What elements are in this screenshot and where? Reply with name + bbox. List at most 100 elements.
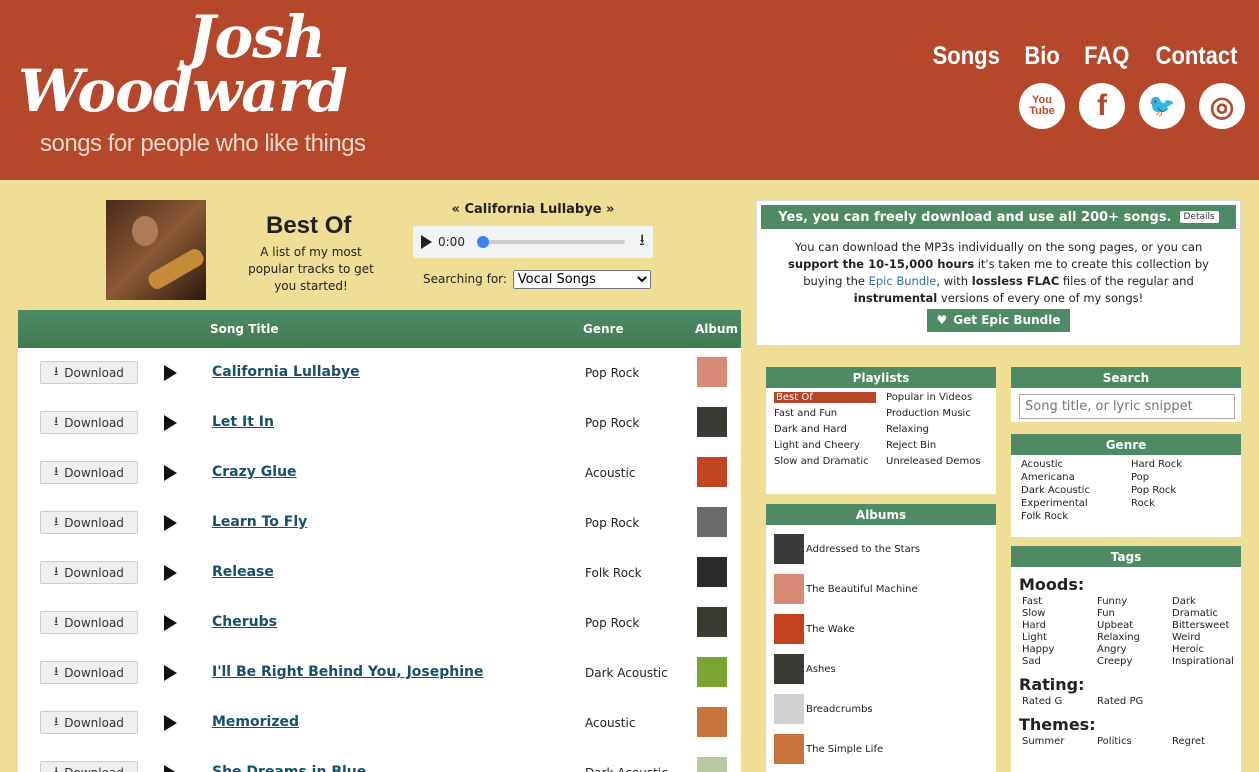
play-icon[interactable] [164,765,177,772]
album-item[interactable]: Ashes [766,649,996,689]
download-button[interactable]: ⭳Download [40,461,138,484]
playlist-item[interactable]: Popular in Videos [886,392,988,403]
genre-item[interactable]: Pop Rock [1131,485,1231,496]
tag-item[interactable]: Happy [1022,644,1097,655]
tag-item[interactable]: Relaxing [1097,632,1172,643]
tag-item[interactable]: Heroic [1172,644,1241,655]
tag-item[interactable]: Dramatic [1172,608,1241,619]
playlist-item[interactable]: Reject Bin [886,440,988,451]
play-icon[interactable] [164,515,177,531]
genre-item[interactable]: Experimental [1021,498,1121,509]
download-button[interactable]: ⭳Download [40,661,138,684]
album-thumbnail[interactable] [697,407,727,437]
album-thumbnail[interactable] [697,757,727,772]
playlist-item[interactable]: Unreleased Demos [886,456,988,467]
genre-item[interactable]: Americana [1021,472,1121,483]
tag-item[interactable]: Sad [1022,656,1097,667]
song-title-link[interactable]: I'll Be Right Behind You, Josephine [212,664,483,680]
playlist-item[interactable]: Dark and Hard [774,424,876,435]
genre-item[interactable]: Rock [1131,498,1231,509]
tag-item[interactable]: Fun [1097,608,1172,619]
download-button[interactable]: ⭳Download [40,361,138,384]
song-title-link[interactable]: Release [212,564,274,580]
tag-item[interactable]: Angry [1097,644,1172,655]
album-item[interactable]: The Beautiful Machine [766,569,996,609]
download-icon[interactable]: ⭳ [639,229,645,256]
youtube-icon[interactable]: You Tube [1019,83,1065,129]
tag-item[interactable]: Slow [1022,608,1097,619]
twitter-icon[interactable]: 🐦 [1139,83,1185,129]
player-progress[interactable] [476,236,626,248]
genre-item[interactable]: Dark Acoustic [1021,485,1121,496]
tag-item[interactable]: Politics [1097,736,1172,747]
nav-faq[interactable]: FAQ [1084,42,1129,71]
tag-item[interactable]: Light [1022,632,1097,643]
tag-item[interactable]: Hard [1022,620,1097,631]
play-icon[interactable] [164,465,177,481]
tag-item[interactable]: Dark [1172,596,1241,607]
download-button[interactable]: ⭳Download [40,611,138,634]
play-icon[interactable] [164,365,177,381]
album-thumbnail[interactable] [697,507,727,537]
play-icon[interactable] [164,415,177,431]
album-thumbnail[interactable] [697,557,727,587]
song-title-link[interactable]: Memorized [212,714,299,730]
instagram-icon[interactable]: ◎ [1199,83,1245,129]
tag-item[interactable]: Summer [1022,736,1097,747]
facebook-icon[interactable]: f [1079,83,1125,129]
nav-bio[interactable]: Bio [1025,42,1060,71]
album-thumbnail[interactable] [697,657,727,687]
album-thumbnail[interactable] [697,607,727,637]
album-item[interactable]: The Simple Life [766,729,996,769]
genre-item[interactable]: Pop [1131,472,1231,483]
tag-item[interactable]: Rated G [1022,696,1097,707]
album-item[interactable]: Breadcrumbs [766,689,996,729]
genre-item[interactable]: Acoustic [1021,459,1121,470]
tag-item[interactable]: Regret [1172,736,1241,747]
song-title-link[interactable]: California Lullabye [212,364,360,380]
tag-item[interactable]: Upbeat [1097,620,1172,631]
genre-item[interactable]: Hard Rock [1131,459,1231,470]
song-title-link[interactable]: She Dreams in Blue [212,764,366,772]
details-button[interactable]: Details [1179,211,1219,223]
progress-knob[interactable] [476,236,489,248]
download-button[interactable]: ⭳Download [40,411,138,434]
play-icon[interactable] [421,235,432,249]
genre-item[interactable]: Folk Rock [1021,511,1121,522]
get-epic-bundle-button[interactable]: ♥ Get Epic Bundle [926,309,1071,332]
song-title-link[interactable]: Cherubs [212,614,277,630]
tag-item[interactable]: Fast [1022,596,1097,607]
tag-item[interactable]: Funny [1097,596,1172,607]
song-title-link[interactable]: Let It In [212,414,274,430]
download-button[interactable]: ⭳Download [40,761,138,772]
album-item[interactable]: The Wake [766,609,996,649]
play-icon[interactable] [164,715,177,731]
song-title-link[interactable]: Learn To Fly [212,514,307,530]
album-thumbnail[interactable] [697,357,727,387]
search-input[interactable] [1019,394,1235,419]
tag-item[interactable]: Weird [1172,632,1241,643]
site-logo[interactable]: Josh Woodward [18,8,348,120]
play-icon[interactable] [164,615,177,631]
album-thumbnail[interactable] [697,457,727,487]
song-title-link[interactable]: Crazy Glue [212,464,297,480]
playlist-item[interactable]: Production Music [886,408,988,419]
nav-songs[interactable]: Songs [932,42,999,71]
download-button[interactable]: ⭳Download [40,561,138,584]
playlist-item[interactable]: Fast and Fun [774,408,876,419]
playlist-item[interactable]: Best Of [774,392,876,403]
epic-bundle-link[interactable]: Epic Bundle [869,274,937,288]
download-button[interactable]: ⭳Download [40,511,138,534]
play-icon[interactable] [164,665,177,681]
tag-item[interactable]: Creepy [1097,656,1172,667]
playlist-item[interactable]: Light and Cheery [774,440,876,451]
album-thumbnail[interactable] [697,707,727,737]
playlist-item[interactable]: Slow and Dramatic [774,456,876,467]
tag-item[interactable]: Inspirational [1172,656,1241,667]
searching-select[interactable]: Vocal Songs [512,270,651,289]
download-button[interactable]: ⭳Download [40,711,138,734]
nav-contact[interactable]: Contact [1156,42,1238,71]
tag-item[interactable]: Bittersweet [1172,620,1241,631]
playlist-item[interactable]: Relaxing [886,424,988,435]
album-item[interactable]: Addressed to the Stars [766,529,996,569]
